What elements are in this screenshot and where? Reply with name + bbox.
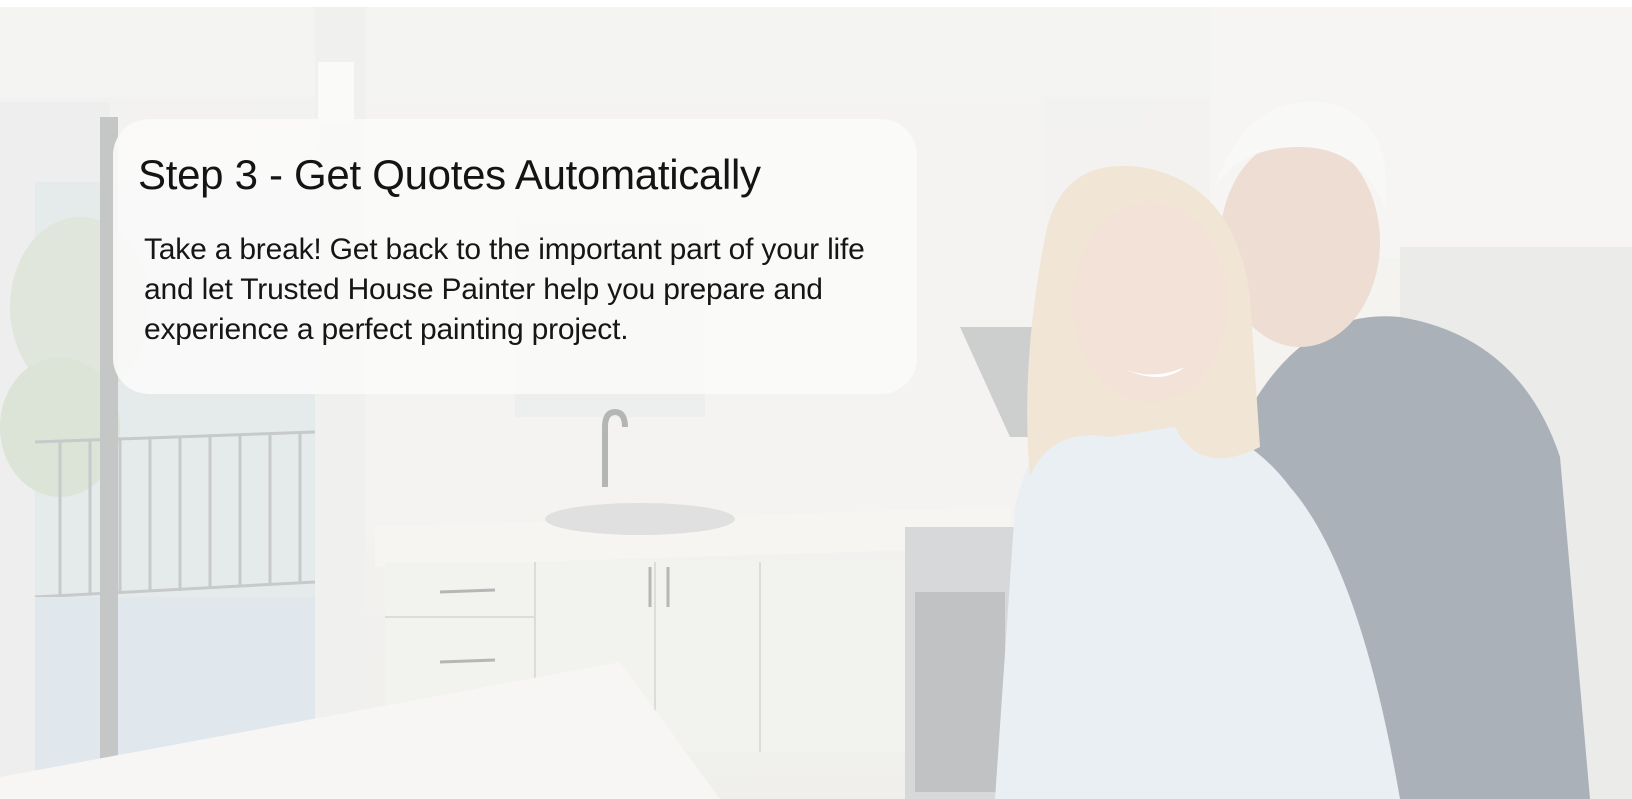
step-title: Step 3 - Get Quotes Automatically bbox=[138, 151, 761, 198]
hero-section: Step 3 - Get Quotes Automatically Take a… bbox=[0, 7, 1632, 799]
step-description: Take a break! Get back to the important … bbox=[144, 233, 865, 346]
step-card: Step 3 - Get Quotes Automatically Take a… bbox=[113, 119, 917, 394]
